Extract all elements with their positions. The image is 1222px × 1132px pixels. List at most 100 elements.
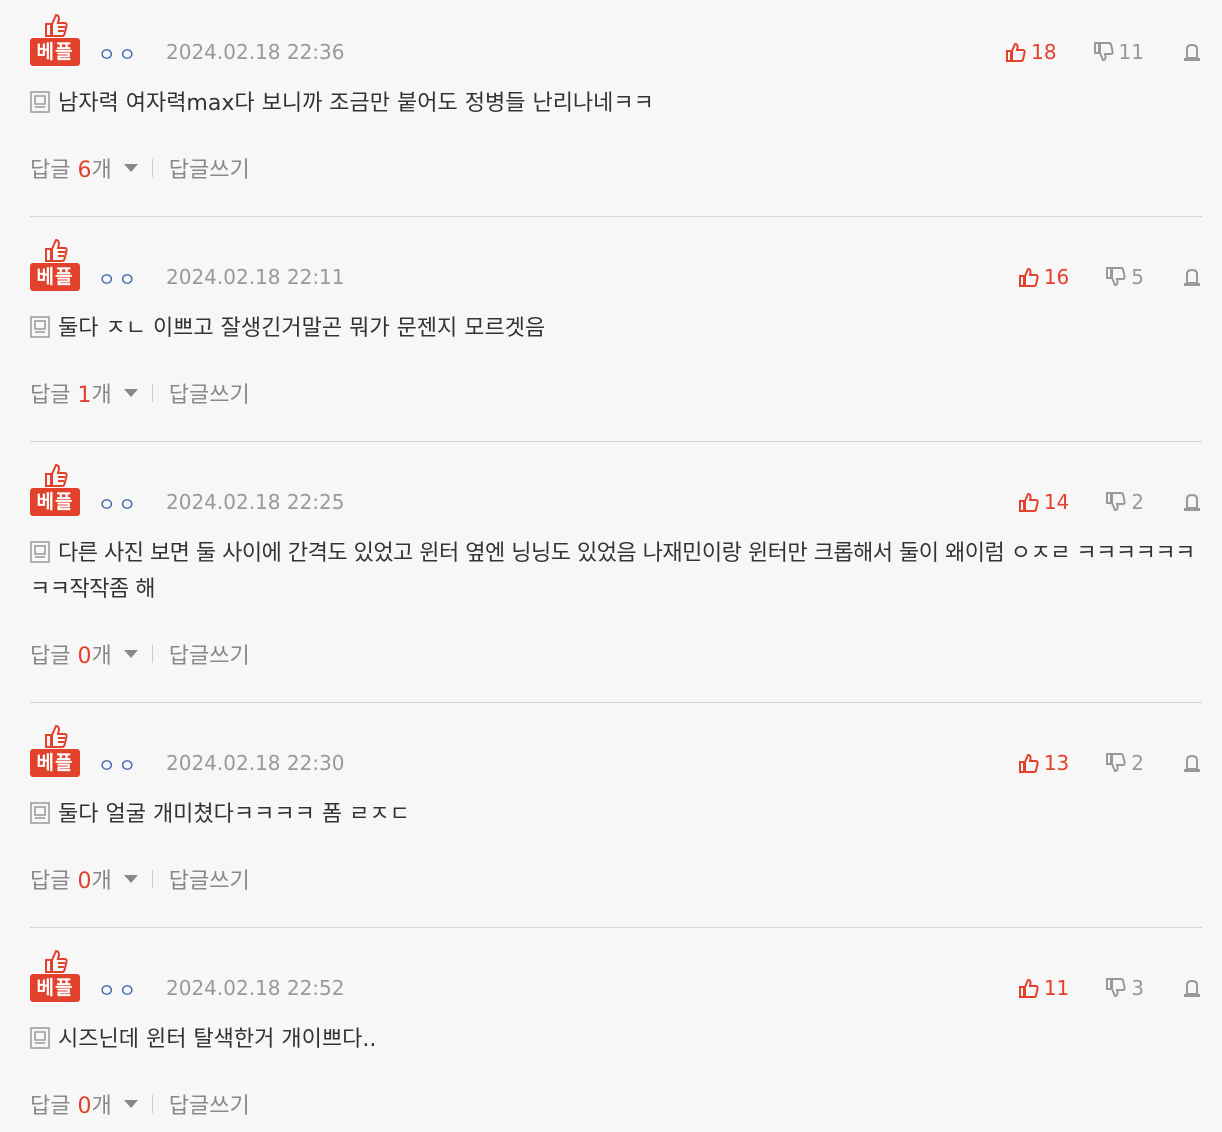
write-reply-link[interactable]: 답글쓰기 [169,638,250,670]
nickname[interactable]: ㅇㅇ [98,976,139,1003]
reply-label: 답글 [30,383,71,408]
vote-area: 16 5 [1018,265,1202,289]
thumbs-up-icon [1018,978,1039,998]
thumbs-up-icon [1018,753,1039,773]
chevron-down-icon[interactable] [123,650,138,658]
downvote-count: 11 [1118,40,1144,64]
reply-count: 6 [77,158,92,183]
report-icon [1184,268,1200,286]
upvote-count: 13 [1043,751,1070,775]
downvote-button[interactable]: 11 [1093,40,1144,64]
comment-body: 남자력 여자력max다 보니까 조금만 붙어도 정병들 난리나네ㅋㅋ [30,58,1202,122]
upvote-button[interactable]: 14 [1018,490,1069,514]
write-reply-link[interactable]: 답글쓰기 [169,152,250,184]
document-icon [30,802,50,824]
upvote-button[interactable]: 13 [1018,751,1069,775]
vote-area: 11 3 [1018,976,1202,1000]
downvote-count: 2 [1131,490,1144,514]
comment-date: 2024.02.18 22:25 [166,490,345,514]
comment-text: 남자력 여자력max다 보니까 조금만 붙어도 정병들 난리나네ㅋㅋ [58,91,654,116]
reply-toggle[interactable]: 답글 0개 [30,863,112,895]
comment-footer: 답글 6개 답글쓰기 [30,152,1202,184]
report-icon [1184,754,1200,772]
chevron-down-icon[interactable] [123,875,138,883]
upvote-count: 11 [1043,976,1070,1000]
best-label: 베플 [30,974,80,1002]
downvote-button[interactable]: 2 [1105,490,1144,514]
report-button[interactable] [1182,753,1202,773]
comment-footer: 답글 0개 답글쓰기 [30,1088,1202,1120]
upvote-button[interactable]: 18 [1005,40,1057,64]
reply-label: 답글 [30,1094,71,1119]
divider [151,159,153,177]
comment-text: 시즈닌데 윈터 탈색한거 개이쁘다.. [58,1027,377,1052]
upvote-button[interactable]: 11 [1018,976,1069,1000]
reply-label: 답글 [30,158,71,183]
divider [151,645,153,663]
downvote-button[interactable]: 2 [1105,751,1144,775]
thumbs-up-icon [45,463,68,487]
comment-date: 2024.02.18 22:52 [166,976,345,1000]
divider [151,1095,153,1113]
upvote-button[interactable]: 16 [1018,265,1069,289]
chevron-down-icon[interactable] [123,164,138,172]
report-icon [1184,493,1200,511]
comment-item: 베플 ㅇㅇ 2024.02.18 22:30 13 2 둘다 얼굴 개미쳤다ㅋㅋ… [30,703,1202,928]
reply-toggle[interactable]: 답글 6개 [30,152,112,184]
reply-toggle[interactable]: 답글 0개 [30,1088,112,1120]
write-reply-link[interactable]: 답글쓰기 [169,377,250,409]
vote-area: 13 2 [1018,751,1202,775]
downvote-count: 5 [1131,265,1144,289]
best-badge: 베플 [30,12,80,66]
thumbs-up-icon [45,724,68,748]
downvote-button[interactable]: 3 [1105,976,1144,1000]
reply-unit: 개 [91,1094,112,1119]
divider [151,384,153,402]
best-badge: 베플 [30,237,80,291]
document-icon [30,1027,50,1049]
thumbs-down-icon [1093,42,1114,62]
downvote-button[interactable]: 5 [1105,265,1144,289]
comment-item: 베플 ㅇㅇ 2024.02.18 22:36 18 11 남자력 여자력max다… [30,0,1202,217]
upvote-count: 16 [1043,265,1070,289]
thumbs-down-icon [1106,753,1126,773]
upvote-count: 14 [1043,490,1070,514]
reply-toggle[interactable]: 답글 1개 [30,377,112,409]
vote-area: 18 11 [1005,40,1202,64]
nickname[interactable]: ㅇㅇ [98,265,139,292]
write-reply-link[interactable]: 답글쓰기 [169,863,250,895]
chevron-down-icon[interactable] [123,389,138,397]
reply-toggle[interactable]: 답글 0개 [30,638,112,670]
reply-label: 답글 [30,644,71,669]
report-button[interactable] [1182,492,1202,512]
reply-unit: 개 [91,158,112,183]
report-button[interactable] [1182,42,1202,62]
report-icon [1184,43,1200,61]
best-label: 베플 [30,263,80,291]
thumbs-down-icon [1106,267,1126,287]
reply-unit: 개 [91,869,112,894]
report-button[interactable] [1182,978,1202,998]
nickname[interactable]: ㅇㅇ [98,490,139,517]
downvote-count: 3 [1131,976,1144,1000]
best-badge: 베플 [30,723,80,777]
report-button[interactable] [1182,267,1202,287]
chevron-down-icon[interactable] [123,1100,138,1108]
comment-item: 베플 ㅇㅇ 2024.02.18 22:25 14 2 다른 사진 보면 둘 사… [30,442,1202,703]
write-reply-link[interactable]: 답글쓰기 [169,1088,250,1120]
comment-footer: 답글 0개 답글쓰기 [30,863,1202,895]
nickname[interactable]: ㅇㅇ [98,40,139,67]
reply-label: 답글 [30,869,71,894]
reply-unit: 개 [91,644,112,669]
best-label: 베플 [30,488,80,516]
best-label: 베플 [30,38,80,66]
nickname[interactable]: ㅇㅇ [98,751,139,778]
thumbs-up-icon [45,13,68,37]
reply-unit: 개 [91,383,112,408]
upvote-count: 18 [1031,40,1057,64]
comment-footer: 답글 0개 답글쓰기 [30,638,1202,670]
reply-count: 0 [77,1094,92,1119]
thumbs-up-icon [45,949,68,973]
vote-area: 14 2 [1018,490,1202,514]
reply-count: 0 [77,869,92,894]
